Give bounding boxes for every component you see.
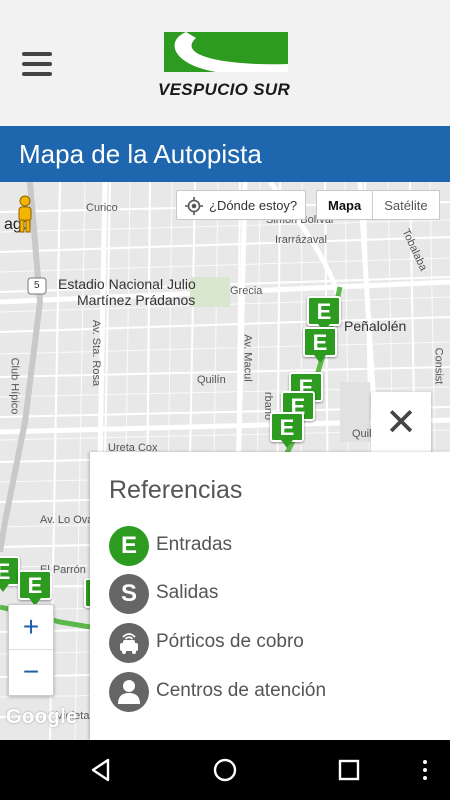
app-header: VESPUCIO SUR [0, 0, 450, 126]
map-label-consist: Consist [432, 347, 445, 385]
exit-icon: S [109, 574, 149, 614]
back-icon[interactable] [86, 755, 116, 785]
references-panel: Referencias E Entradas S Salidas Pórtico… [90, 452, 450, 740]
crosshair-icon [185, 197, 203, 215]
references-title: Referencias [109, 476, 243, 504]
entry-icon: E [109, 526, 149, 566]
map-label-quil: Quil [352, 428, 372, 440]
map-label-quilin: Quilín [197, 374, 226, 386]
map-label-av-macul: Av. Macul [241, 334, 254, 382]
map-label-av-sta-rosa: Av. Sta. Rosa [90, 319, 103, 387]
reference-item-porticos: Pórticos de cobro [109, 623, 439, 663]
close-references-button[interactable]: ✕ [371, 392, 431, 452]
map-label-stadium-1: Estadio Nacional Julio [58, 276, 196, 292]
entry-marker[interactable]: E [18, 570, 52, 606]
map-type-toggle: Mapa Satélite [316, 190, 440, 220]
reference-item-salidas: S Salidas [109, 574, 439, 614]
map-label-irarrazaval: Irarrázaval [275, 234, 327, 246]
map-type-mapa[interactable]: Mapa [317, 191, 374, 219]
logo-text: VESPUCIO SUR [157, 80, 291, 99]
vespucio-sur-logo: VESPUCIO SUR [156, 30, 292, 100]
street-view-pegman-icon[interactable] [12, 194, 38, 234]
home-icon[interactable] [210, 755, 240, 785]
map-type-satelite[interactable]: Satélite [373, 191, 438, 219]
map-label-club-hipico: Club Hípico [8, 357, 21, 415]
google-logo: Google [6, 706, 78, 728]
reference-label: Entradas [156, 534, 233, 555]
map-label-stadium-2: Martínez Prádanos [77, 292, 196, 308]
person-icon [109, 672, 149, 712]
entry-marker[interactable]: E [303, 327, 337, 363]
reference-item-entradas: E Entradas [109, 526, 439, 566]
reference-item-centros: Centros de atención [109, 672, 439, 712]
entry-marker[interactable]: E [270, 412, 304, 448]
reference-label: Salidas [156, 582, 219, 603]
map-label-av-lo-ova: Av. Lo Ova [40, 514, 94, 526]
toll-icon [109, 623, 149, 663]
close-icon: ✕ [385, 402, 417, 444]
where-am-i-label: ¿Dónde estoy? [209, 198, 298, 213]
reference-label: Pórticos de cobro [156, 631, 304, 652]
page-title: Mapa de la Autopista [19, 139, 262, 169]
map-label-grecia: Grecia [230, 285, 263, 297]
title-bar: Mapa de la Autopista [0, 126, 450, 182]
map-label-curico: Curico [86, 202, 118, 214]
reference-label: Centros de atención [156, 680, 327, 701]
more-icon[interactable] [410, 755, 440, 785]
entry-marker[interactable]: E [0, 556, 20, 592]
map-label-penalolen: Peñalolén [344, 318, 407, 334]
where-am-i-button[interactable]: ¿Dónde estoy? [176, 190, 306, 220]
zoom-controls: + − [8, 604, 54, 696]
hamburger-icon[interactable] [22, 52, 52, 76]
map-view[interactable]: Curico Simón Bolívar Irarrázaval Tobalab… [0, 182, 450, 740]
zoom-in-button[interactable]: + [9, 605, 53, 650]
android-navbar [0, 740, 450, 800]
recents-icon[interactable] [334, 755, 364, 785]
route-5-label: 5 [34, 280, 40, 291]
zoom-out-button[interactable]: − [9, 650, 53, 695]
